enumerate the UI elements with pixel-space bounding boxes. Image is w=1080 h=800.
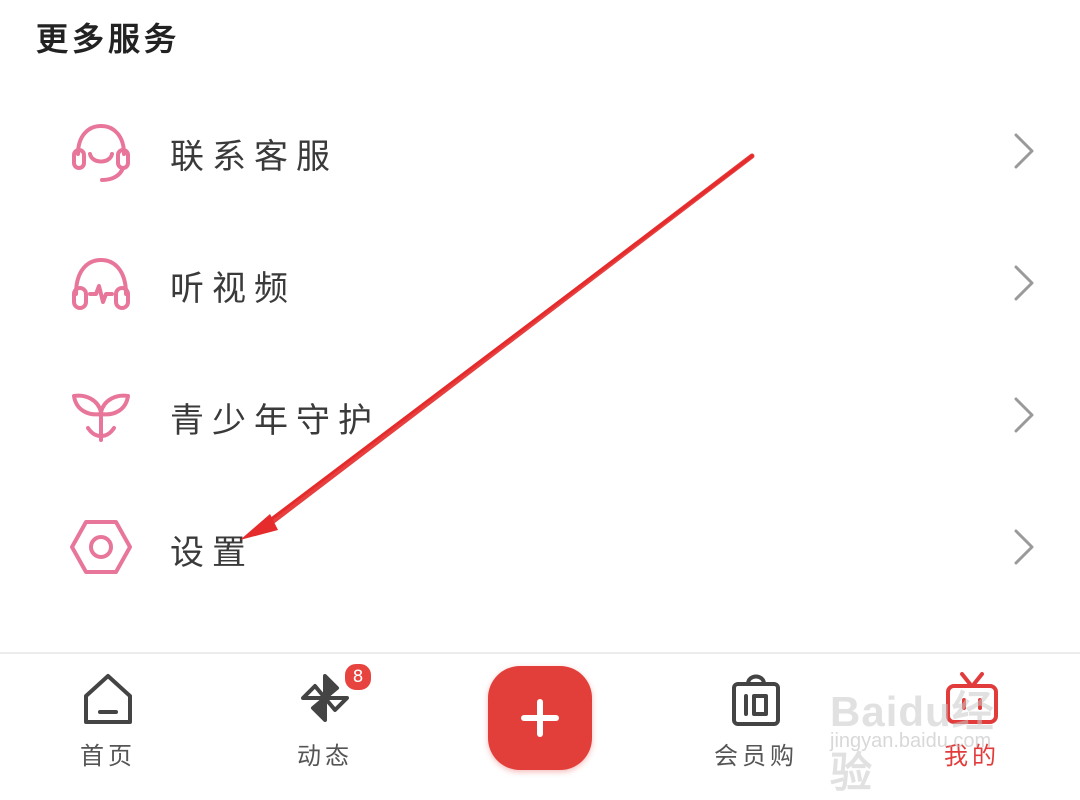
menu-item-label: 联系客服 <box>170 137 338 177</box>
tab-home[interactable]: 首页 <box>28 654 188 780</box>
menu-item-settings[interactable]: 设置 <box>0 492 1080 602</box>
chevron-right-icon <box>1014 397 1034 433</box>
settings-hexagon-icon <box>70 520 132 574</box>
chevron-right-icon <box>1014 529 1034 565</box>
sprout-icon <box>72 393 130 442</box>
bottom-tab-bar: 首页 8 动态 会员购 我的 <box>0 654 1080 780</box>
tv-icon <box>946 672 998 724</box>
tab-label: 首页 <box>80 742 136 770</box>
menu-item-listen-video[interactable]: 听视频 <box>0 228 1080 338</box>
tab-member-shop[interactable]: 会员购 <box>676 654 836 780</box>
menu-item-youth-protection[interactable]: 青少年守护 <box>0 360 1080 470</box>
menu-item-customer-service[interactable]: 联系客服 <box>0 96 1080 206</box>
chevron-right-icon <box>1014 133 1034 169</box>
plus-icon <box>521 699 559 737</box>
home-icon <box>84 674 132 724</box>
menu-item-label: 听视频 <box>170 269 296 309</box>
chevron-right-icon <box>1014 265 1034 301</box>
menu-item-label: 青少年守护 <box>170 401 380 441</box>
headphones-icon <box>72 258 130 310</box>
notification-badge: 8 <box>343 662 373 692</box>
tab-moments[interactable]: 8 动态 <box>245 654 405 780</box>
tab-mine[interactable]: 我的 <box>892 654 1052 780</box>
section-title: 更多服务 <box>36 20 181 58</box>
publish-plus-button[interactable] <box>488 666 592 770</box>
shopping-bag-icon <box>732 674 780 726</box>
tab-label: 会员购 <box>714 742 798 770</box>
menu-item-label: 设置 <box>170 533 254 573</box>
tab-label: 我的 <box>944 742 1000 770</box>
tab-label: 动态 <box>297 742 353 770</box>
headset-icon <box>72 124 130 182</box>
